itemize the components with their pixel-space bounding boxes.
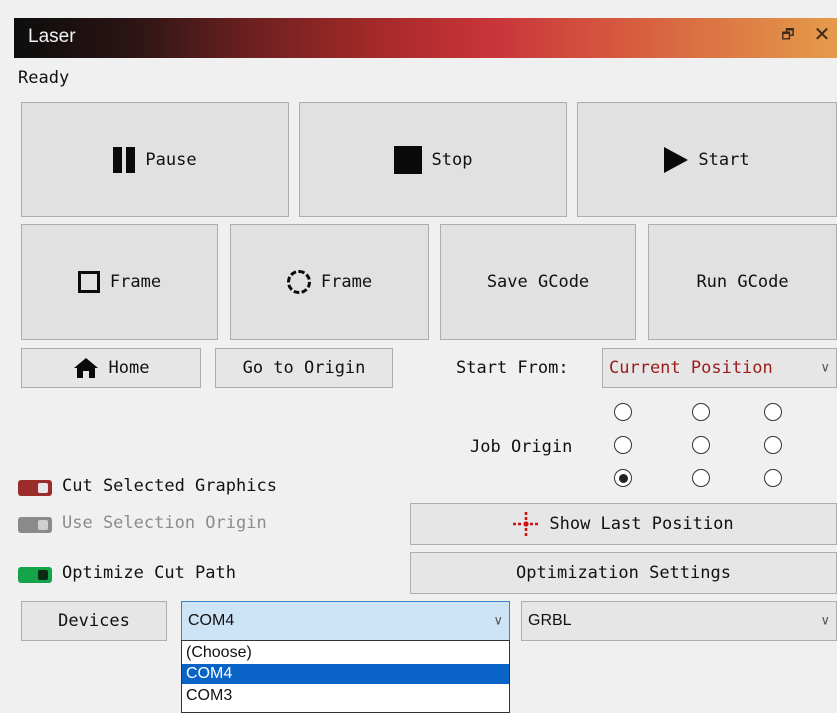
start-from-select[interactable]: Current Position ∨ — [602, 348, 837, 388]
use-selection-origin-toggle[interactable] — [18, 517, 52, 533]
frame-circle-button[interactable]: Frame — [230, 224, 429, 340]
origin-top-left-radio[interactable] — [614, 403, 632, 421]
window-title: Laser — [28, 26, 76, 47]
start-label: Start — [698, 149, 750, 170]
use-selection-origin-label: Use Selection Origin — [62, 513, 267, 533]
start-from-label: Start From: — [456, 358, 569, 378]
chevron-down-icon: ∨ — [820, 613, 830, 629]
pause-button[interactable]: Pause — [21, 102, 289, 217]
title-bar — [14, 18, 837, 58]
pause-icon — [113, 146, 136, 173]
origin-top-center-radio[interactable] — [692, 403, 710, 421]
devices-button[interactable]: Devices — [21, 601, 167, 641]
origin-bottom-right-radio[interactable] — [764, 469, 782, 487]
controller-value: GRBL — [528, 612, 572, 629]
frame-rect-label: Frame — [109, 272, 162, 292]
show-last-position-button[interactable]: Show Last Position — [410, 503, 837, 545]
stop-button[interactable]: Stop — [299, 102, 567, 217]
save-gcode-label: Save GCode — [486, 272, 590, 292]
pause-label: Pause — [145, 149, 197, 170]
run-gcode-button[interactable]: Run GCode — [648, 224, 837, 340]
frame-rect-button[interactable]: Frame — [21, 224, 218, 340]
home-label: Home — [108, 358, 150, 378]
go-to-origin-button[interactable]: Go to Origin — [215, 348, 393, 388]
status-text: Ready — [18, 68, 70, 88]
port-option-selected[interactable]: COM4 — [182, 664, 509, 684]
stop-icon — [393, 145, 422, 174]
go-to-origin-label: Go to Origin — [242, 358, 366, 378]
origin-middle-left-radio[interactable] — [614, 436, 632, 454]
show-last-position-label: Show Last Position — [549, 514, 734, 534]
origin-bottom-center-radio[interactable] — [692, 469, 710, 487]
cut-selected-label: Cut Selected Graphics — [62, 476, 277, 496]
save-gcode-button[interactable]: Save GCode — [440, 224, 636, 340]
controller-select[interactable]: GRBL ∨ — [521, 601, 837, 641]
origin-top-right-radio[interactable] — [764, 403, 782, 421]
restore-icon[interactable]: 🗗 — [778, 25, 798, 45]
start-button[interactable]: Start — [577, 102, 837, 217]
origin-middle-right-radio[interactable] — [764, 436, 782, 454]
optimize-cut-path-label: Optimize Cut Path — [62, 563, 236, 583]
home-button[interactable]: Home — [21, 348, 201, 388]
optimization-settings-label: Optimization Settings — [516, 563, 731, 583]
home-icon — [73, 358, 98, 378]
cut-selected-toggle[interactable] — [18, 480, 52, 496]
port-value: COM4 — [188, 612, 235, 629]
origin-middle-center-radio[interactable] — [692, 436, 710, 454]
play-icon — [664, 146, 689, 173]
frame-circle-icon — [286, 270, 311, 294]
run-gcode-label: Run GCode — [696, 272, 789, 292]
port-option[interactable]: COM3 — [182, 686, 509, 706]
port-dropdown-list: (Choose) COM4 COM3 — [181, 640, 510, 713]
chevron-down-icon: ∨ — [820, 360, 830, 376]
optimization-settings-button[interactable]: Optimization Settings — [410, 552, 837, 594]
crosshair-icon — [513, 512, 540, 536]
frame-square-icon — [77, 271, 100, 293]
origin-bottom-left-radio[interactable] — [614, 469, 632, 487]
job-origin-label: Job Origin — [470, 437, 573, 457]
devices-label: Devices — [58, 611, 130, 631]
start-from-value: Current Position — [609, 358, 773, 378]
close-icon[interactable]: ✕ — [812, 24, 832, 46]
stop-label: Stop — [431, 149, 473, 170]
frame-circle-label: Frame — [320, 272, 373, 292]
port-option[interactable]: (Choose) — [182, 643, 509, 663]
optimize-cut-path-toggle[interactable] — [18, 567, 52, 583]
port-select[interactable]: COM4 ∨ — [181, 601, 510, 641]
chevron-down-icon: ∨ — [493, 613, 503, 629]
